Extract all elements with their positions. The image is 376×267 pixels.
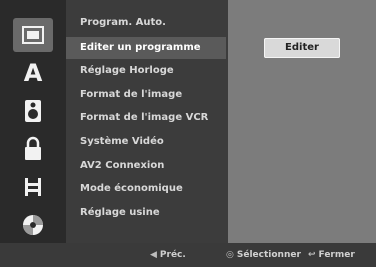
footer-hint-bar: ◀ Préc. ◎ Sélectionner ↩ Fermer xyxy=(0,243,376,267)
menu-item-edit-program[interactable]: Editer un programme xyxy=(66,37,226,59)
category-icon-bar: A xyxy=(0,0,66,243)
menu-screen: A Program. Auto. Editer un programme Rég… xyxy=(0,0,376,267)
hint-select: ◎ Sélectionner xyxy=(226,243,301,267)
hint-previous-label: Préc. xyxy=(159,250,186,260)
menu-item-av2-connection[interactable]: AV2 Connexion xyxy=(66,155,226,177)
edit-button[interactable]: Editer xyxy=(264,38,340,58)
recording-icon[interactable] xyxy=(13,170,53,204)
lock-icon[interactable] xyxy=(13,132,53,166)
menu-item-factory-reset[interactable]: Réglage usine xyxy=(66,202,226,224)
return-icon: ↩ xyxy=(308,250,316,260)
menu-item-program-auto[interactable]: Program. Auto. xyxy=(66,12,226,34)
options-panel: Editer xyxy=(228,0,376,243)
language-glyph: A xyxy=(23,59,43,87)
hint-close: ↩ Fermer xyxy=(308,243,355,267)
menu-item-clock-setting[interactable]: Réglage Horloge xyxy=(66,60,226,82)
menu-item-eco-mode[interactable]: Mode économique xyxy=(66,178,226,200)
hint-select-label: Sélectionner xyxy=(236,250,301,260)
disc-icon[interactable] xyxy=(13,208,53,242)
hint-previous: ◀ Préc. xyxy=(150,243,186,267)
menu-item-image-format[interactable]: Format de l'image xyxy=(66,84,226,106)
menu-item-image-format-vcr[interactable]: Format de l'image VCR xyxy=(66,107,226,129)
left-arrow-icon: ◀ xyxy=(150,250,157,260)
circle-icon: ◎ xyxy=(226,250,234,260)
menu-item-video-system[interactable]: Système Vidéo xyxy=(66,131,226,153)
settings-menu-list: Program. Auto. Editer un programme Régla… xyxy=(66,0,228,243)
hint-close-label: Fermer xyxy=(318,250,355,260)
setup-icon[interactable] xyxy=(13,18,53,52)
language-icon[interactable]: A xyxy=(13,56,53,90)
audio-icon[interactable] xyxy=(13,94,53,128)
